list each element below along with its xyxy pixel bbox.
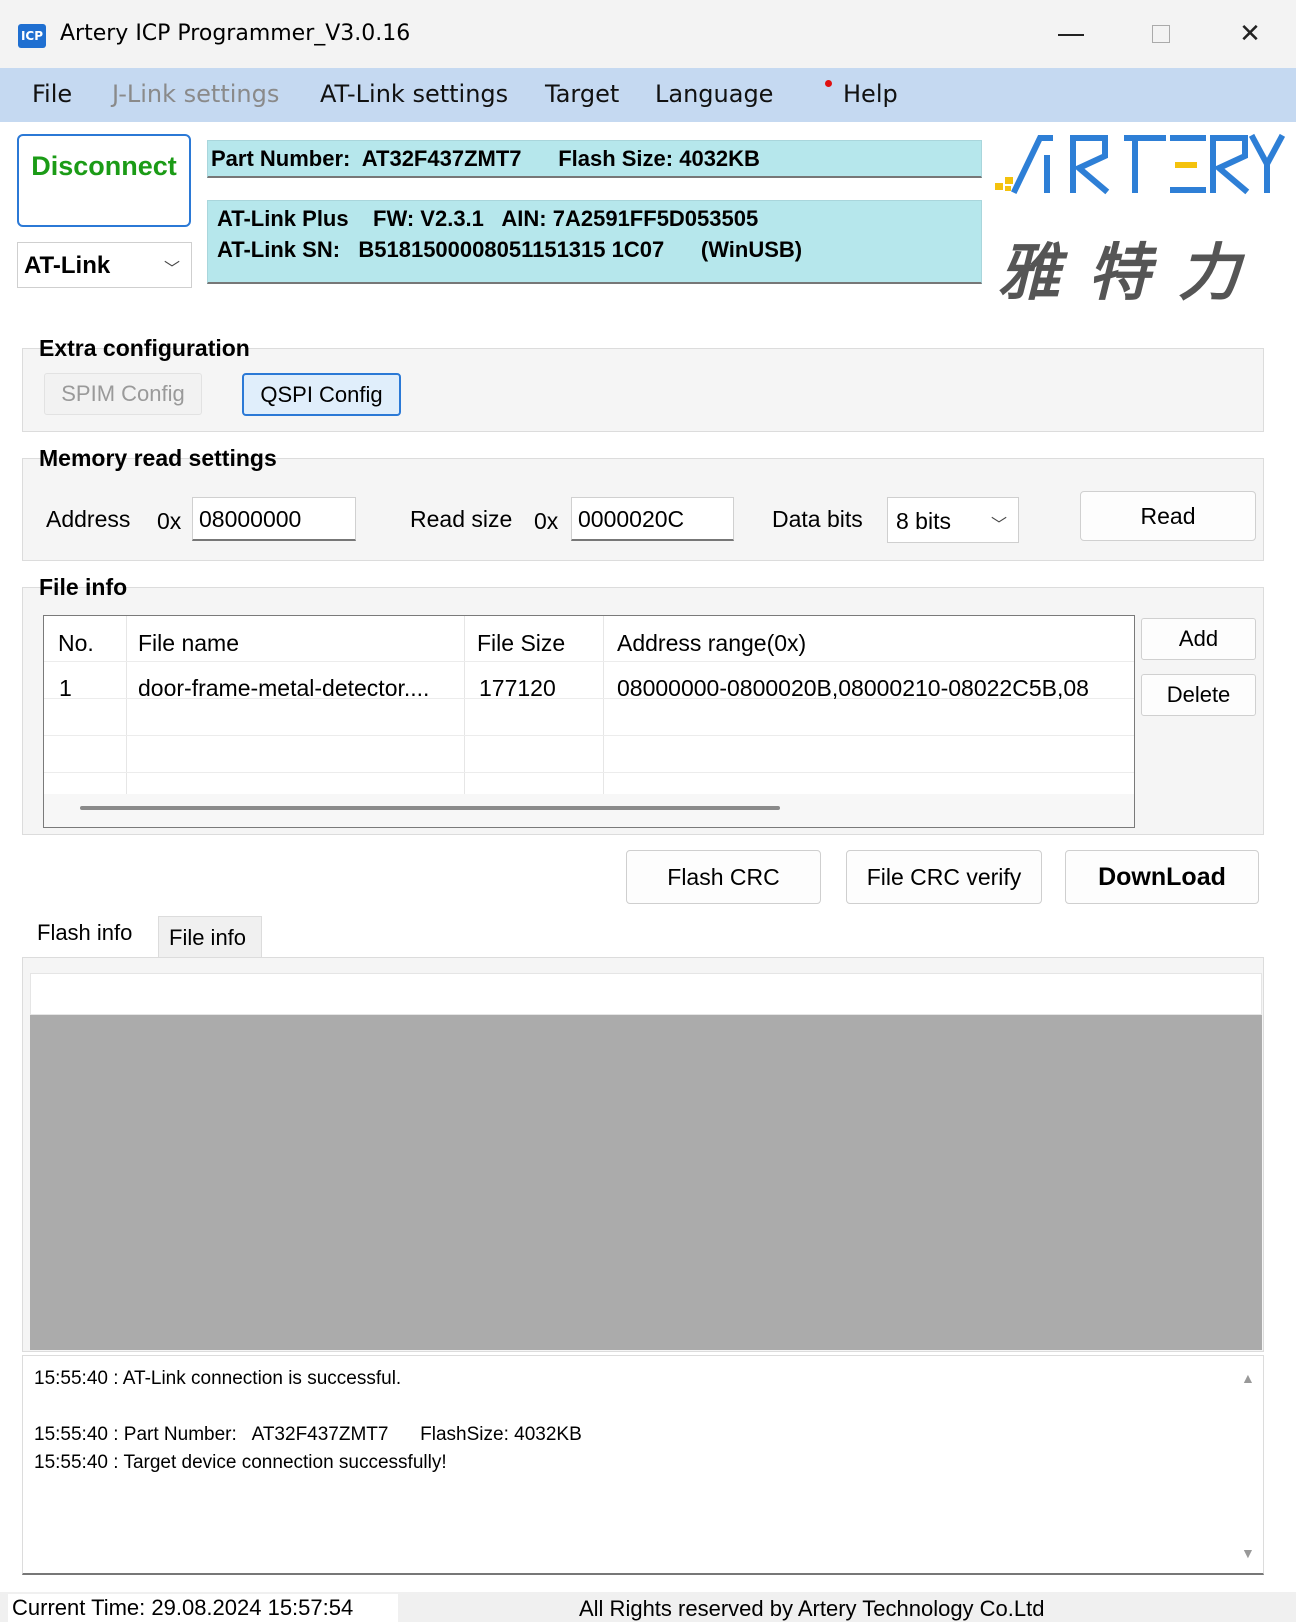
logo-chinese-text: 雅特力 bbox=[998, 236, 1269, 309]
flash-crc-button[interactable]: Flash CRC bbox=[626, 850, 821, 904]
column-divider bbox=[464, 616, 465, 794]
address-input[interactable]: 08000000 bbox=[192, 497, 356, 541]
menu-help[interactable]: Help bbox=[843, 80, 898, 108]
menu-atlink-settings[interactable]: AT-Link settings bbox=[320, 80, 508, 108]
copyright-text: All Rights reserved by Artery Technology… bbox=[579, 1596, 1045, 1621]
table-cell-address-range[interactable]: 08000000-0800020B,08000210-08022C5B,08 bbox=[617, 675, 1130, 702]
current-time: Current Time: 29.08.2024 15:57:54 bbox=[8, 1594, 398, 1622]
row-divider bbox=[44, 661, 1134, 662]
menu-target[interactable]: Target bbox=[545, 80, 619, 108]
probe-select-value: AT-Link bbox=[24, 252, 111, 279]
address-prefix: 0x bbox=[157, 508, 182, 534]
column-header-address-range[interactable]: Address range(0x) bbox=[617, 630, 806, 657]
column-header-file-name[interactable]: File name bbox=[138, 630, 239, 657]
minimize-button[interactable] bbox=[1040, 14, 1100, 54]
disconnect-button[interactable]: Disconnect bbox=[17, 134, 191, 227]
log-line: 15:55:40 : Target device connection succ… bbox=[34, 1452, 447, 1473]
table-horizontal-scrollbar[interactable] bbox=[44, 794, 1134, 827]
read-size-input[interactable]: 0000020C bbox=[571, 497, 734, 541]
qspi-config-button[interactable]: QSPI Config bbox=[242, 373, 401, 416]
menu-jlink-settings: J-Link settings bbox=[112, 80, 280, 108]
table-cell-file-size[interactable]: 177120 bbox=[479, 675, 556, 702]
maximize-button[interactable] bbox=[1130, 14, 1190, 54]
log-line: 15:55:40 : AT-Link connection is success… bbox=[34, 1368, 402, 1389]
menu-language[interactable]: Language bbox=[655, 80, 773, 108]
notification-dot-icon bbox=[825, 80, 832, 87]
row-divider bbox=[44, 735, 1134, 736]
column-header-no[interactable]: No. bbox=[58, 630, 94, 657]
link-info-line-2: AT-Link SN: B5181500008051151315 1C07 (W… bbox=[217, 237, 803, 262]
row-divider bbox=[44, 772, 1134, 773]
flash-info-content bbox=[30, 1015, 1262, 1350]
address-label: Address bbox=[46, 506, 131, 532]
column-header-file-size[interactable]: File Size bbox=[477, 630, 565, 657]
log-line: 15:55:40 : Part Number: AT32F437ZMT7 Fla… bbox=[34, 1424, 582, 1445]
window-title: Artery ICP Programmer_V3.0.16 bbox=[60, 21, 411, 46]
data-bits-label: Data bits bbox=[772, 506, 863, 532]
delete-file-button[interactable]: Delete bbox=[1141, 674, 1256, 716]
column-divider bbox=[126, 616, 127, 794]
part-info-text: Part Number: AT32F437ZMT7 Flash Size: 40… bbox=[211, 146, 760, 171]
read-size-label: Read size bbox=[410, 506, 513, 532]
tab-flash-info[interactable]: Flash info bbox=[22, 912, 158, 957]
menu-file[interactable]: File bbox=[32, 80, 72, 108]
file-crc-verify-button[interactable]: File CRC verify bbox=[846, 850, 1042, 904]
scroll-up-icon[interactable]: ▲ bbox=[1241, 1370, 1255, 1386]
column-divider bbox=[603, 616, 604, 794]
data-bits-value: 8 bits bbox=[896, 508, 951, 534]
close-icon: ✕ bbox=[1239, 19, 1261, 49]
minimize-icon bbox=[1058, 34, 1084, 36]
read-size-prefix: 0x bbox=[534, 508, 559, 534]
scroll-down-icon[interactable]: ▼ bbox=[1241, 1545, 1255, 1561]
memory-read-title: Memory read settings bbox=[39, 445, 277, 471]
read-button[interactable]: Read bbox=[1080, 491, 1256, 541]
file-info-title: File info bbox=[39, 574, 128, 600]
flash-info-header bbox=[30, 973, 1262, 1015]
add-file-button[interactable]: Add bbox=[1141, 618, 1256, 660]
close-button[interactable]: ✕ bbox=[1220, 14, 1280, 54]
extra-config-title: Extra configuration bbox=[39, 335, 250, 361]
maximize-icon bbox=[1152, 25, 1170, 43]
chevron-down-icon: ﹀ bbox=[991, 517, 1008, 534]
table-cell-no[interactable]: 1 bbox=[59, 675, 72, 702]
tab-file-info[interactable]: File info bbox=[158, 916, 262, 958]
table-cell-file-name[interactable]: door-frame-metal-detector.... bbox=[138, 675, 429, 702]
download-button[interactable]: DownLoad bbox=[1065, 850, 1259, 904]
link-info-line-1: AT-Link Plus FW: V2.3.1 AIN: 7A2591FF5D0… bbox=[217, 206, 759, 231]
app-icon: ICP bbox=[18, 24, 46, 48]
scrollbar-thumb[interactable] bbox=[80, 806, 780, 810]
spim-config-button: SPIM Config bbox=[44, 373, 202, 415]
chevron-down-icon: ﹀ bbox=[164, 261, 181, 278]
